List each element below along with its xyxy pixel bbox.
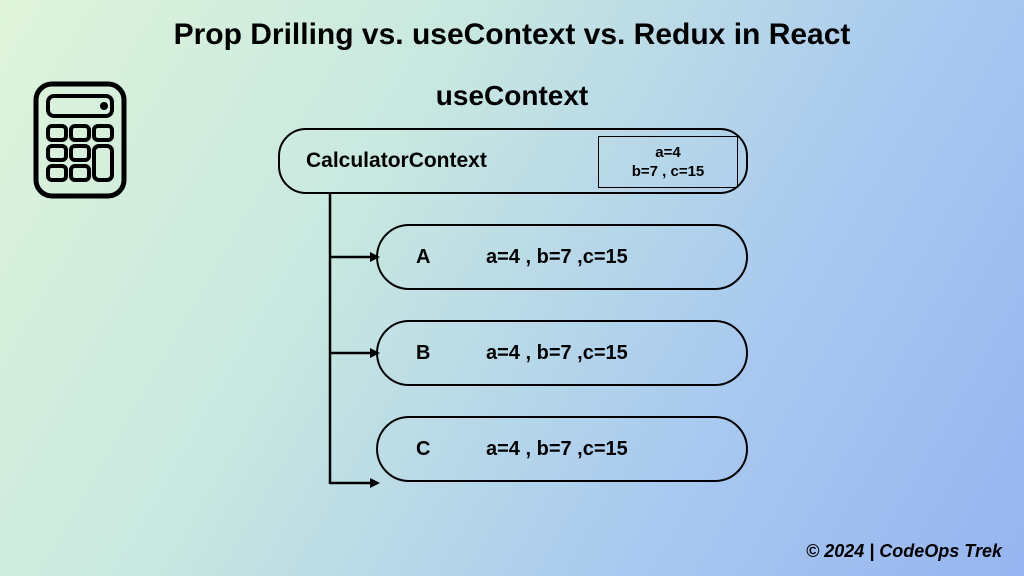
context-data-line1: a=4 [655, 143, 680, 163]
usecontext-diagram: CalculatorContext a=4 b=7 , c=15 A a=4 ,… [278, 128, 778, 482]
consumer-node-c: C a=4 , b=7 ,c=15 [376, 416, 748, 482]
node-letter: C [416, 438, 486, 461]
context-label: CalculatorContext [306, 149, 487, 173]
page-title: Prop Drilling vs. useContext vs. Redux i… [0, 18, 1024, 52]
connector-lines [324, 194, 384, 524]
context-data-line2: b=7 , c=15 [632, 162, 705, 182]
node-values: a=4 , b=7 ,c=15 [486, 246, 628, 269]
node-values: a=4 , b=7 ,c=15 [486, 342, 628, 365]
node-letter: A [416, 246, 486, 269]
node-letter: B [416, 342, 486, 365]
context-provider-box: CalculatorContext a=4 b=7 , c=15 [278, 128, 748, 194]
consumer-node-a: A a=4 , b=7 ,c=15 [376, 224, 748, 290]
consumer-node-b: B a=4 , b=7 ,c=15 [376, 320, 748, 386]
calculator-icon [30, 80, 130, 205]
context-data-box: a=4 b=7 , c=15 [598, 136, 738, 188]
footer-copyright: © 2024 | CodeOps Trek [806, 541, 1002, 562]
node-values: a=4 , b=7 ,c=15 [486, 438, 628, 461]
section-subtitle: useContext [0, 80, 1024, 112]
